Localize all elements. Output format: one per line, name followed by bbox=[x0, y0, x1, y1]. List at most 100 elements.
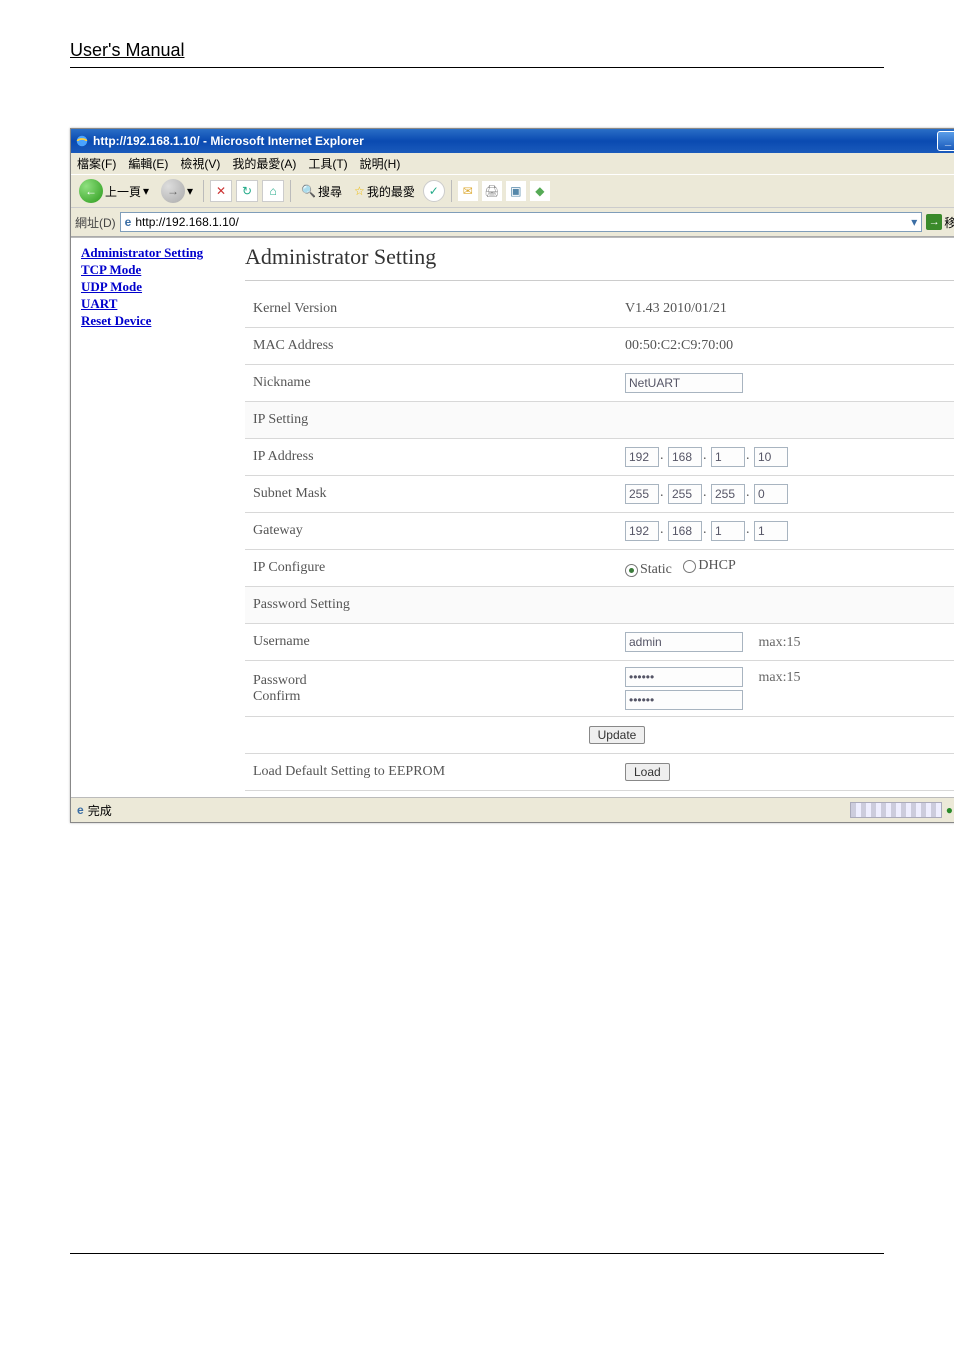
kernel-version-label: Kernel Version bbox=[245, 291, 617, 328]
go-icon: → bbox=[926, 214, 942, 230]
row-ip-setting-header: IP Setting bbox=[245, 402, 954, 439]
load-button[interactable]: Load bbox=[625, 763, 670, 781]
sidebar-item-reset[interactable]: Reset Device bbox=[81, 313, 239, 329]
ie-window: http://192.168.1.10/ - Microsoft Interne… bbox=[70, 128, 954, 823]
back-icon: ← bbox=[79, 179, 103, 203]
back-label: 上一頁 bbox=[105, 183, 141, 200]
sidebar-item-tcp[interactable]: TCP Mode bbox=[81, 262, 239, 278]
row-update: Update bbox=[245, 717, 954, 754]
forward-icon: → bbox=[161, 179, 185, 203]
confirm-label-text: Confirm bbox=[253, 689, 609, 705]
row-ip-configure: IP Configure Static DHCP bbox=[245, 550, 954, 587]
search-label: 搜尋 bbox=[318, 183, 342, 200]
status-grip bbox=[850, 802, 942, 818]
username-input[interactable] bbox=[625, 632, 743, 652]
page-icon: e bbox=[125, 215, 132, 229]
row-mac-address: MAC Address 00:50:C2:C9:70:00 bbox=[245, 328, 954, 365]
edit-button[interactable]: ▣ bbox=[506, 181, 526, 201]
print-button[interactable]: 🖨 bbox=[482, 181, 502, 201]
radio-static-dot bbox=[625, 564, 638, 577]
update-button[interactable]: Update bbox=[589, 726, 646, 744]
menu-bar: 檔案(F) 編輯(E) 檢視(V) 我的最愛(A) 工具(T) 說明(H) bbox=[71, 153, 954, 174]
window-minimize-button[interactable]: _ bbox=[937, 131, 954, 151]
document-header: User's Manual bbox=[70, 0, 884, 68]
window-title: http://192.168.1.10/ - Microsoft Interne… bbox=[93, 134, 364, 148]
username-label: Username bbox=[245, 624, 617, 661]
forward-dropdown-icon[interactable]: ▾ bbox=[187, 184, 193, 198]
mask-octet-3[interactable] bbox=[711, 484, 745, 504]
tool-bar: ← 上一頁 ▾ → ▾ ✕ ↻ ⌂ 🔍 搜尋 ☆ 我的最愛 ✓ ✉ 🖨 ▣ ◆ bbox=[71, 174, 954, 208]
status-done: 完成 bbox=[88, 802, 112, 819]
username-maxnote: max:15 bbox=[759, 635, 801, 650]
refresh-button[interactable]: ↻ bbox=[236, 180, 258, 202]
mail-button[interactable]: ✉ bbox=[458, 181, 478, 201]
ip-octet-2[interactable] bbox=[668, 447, 702, 467]
row-subnet-mask: Subnet Mask . . . bbox=[245, 476, 954, 513]
radio-dhcp[interactable]: DHCP bbox=[683, 558, 735, 574]
back-dropdown-icon[interactable]: ▾ bbox=[143, 184, 149, 198]
nickname-input[interactable] bbox=[625, 373, 743, 393]
sidebar-nav: Administrator Setting TCP Mode UDP Mode … bbox=[71, 238, 239, 797]
sidebar-item-uart[interactable]: UART bbox=[81, 296, 239, 312]
radio-static-label: Static bbox=[640, 562, 672, 578]
gw-octet-4[interactable] bbox=[754, 521, 788, 541]
address-dropdown-icon[interactable]: ▾ bbox=[911, 215, 917, 229]
gw-octet-2[interactable] bbox=[668, 521, 702, 541]
ip-octet-4[interactable] bbox=[754, 447, 788, 467]
password-input[interactable] bbox=[625, 667, 743, 687]
settings-table: Kernel Version V1.43 2010/01/21 MAC Addr… bbox=[245, 291, 954, 791]
load-default-label: Load Default Setting to EEPROM bbox=[245, 754, 617, 791]
back-button[interactable]: ← 上一頁 ▾ bbox=[75, 177, 153, 205]
row-nickname: Nickname bbox=[245, 365, 954, 402]
gw-octet-3[interactable] bbox=[711, 521, 745, 541]
menu-favorites[interactable]: 我的最愛(A) bbox=[232, 155, 296, 172]
page-title: Administrator Setting bbox=[245, 244, 954, 270]
home-button[interactable]: ⌂ bbox=[262, 180, 284, 202]
gateway-label: Gateway bbox=[245, 513, 617, 550]
row-load-default: Load Default Setting to EEPROM Load bbox=[245, 754, 954, 791]
menu-help[interactable]: 說明(H) bbox=[360, 155, 401, 172]
ip-setting-header: IP Setting bbox=[245, 402, 954, 439]
search-button[interactable]: 🔍 搜尋 bbox=[297, 181, 346, 202]
mask-octet-1[interactable] bbox=[625, 484, 659, 504]
password-label: Password Confirm bbox=[245, 661, 617, 717]
sidebar-item-admin[interactable]: Administrator Setting bbox=[81, 245, 239, 261]
gw-octet-1[interactable] bbox=[625, 521, 659, 541]
address-label: 網址(D) bbox=[75, 214, 116, 231]
menu-tools[interactable]: 工具(T) bbox=[308, 155, 347, 172]
ip-address-label: IP Address bbox=[245, 439, 617, 476]
mac-label: MAC Address bbox=[245, 328, 617, 365]
address-url: http://192.168.1.10/ bbox=[135, 215, 238, 229]
status-bar: e 完成 ● 網際網路 bbox=[71, 797, 954, 822]
title-divider bbox=[245, 280, 954, 281]
discuss-button[interactable]: ◆ bbox=[530, 181, 550, 201]
ip-octet-3[interactable] bbox=[711, 447, 745, 467]
favorites-label: 我的最愛 bbox=[367, 183, 415, 200]
ip-octet-1[interactable] bbox=[625, 447, 659, 467]
go-label: 移至 bbox=[944, 214, 954, 231]
mask-octet-4[interactable] bbox=[754, 484, 788, 504]
mask-octet-2[interactable] bbox=[668, 484, 702, 504]
menu-edit[interactable]: 編輯(E) bbox=[128, 155, 168, 172]
password-label-text: Password bbox=[253, 673, 609, 689]
row-kernel-version: Kernel Version V1.43 2010/01/21 bbox=[245, 291, 954, 328]
search-icon: 🔍 bbox=[301, 184, 316, 198]
row-username: Username max:15 bbox=[245, 624, 954, 661]
radio-static[interactable]: Static bbox=[625, 562, 672, 578]
menu-file[interactable]: 檔案(F) bbox=[77, 155, 116, 172]
stop-button[interactable]: ✕ bbox=[210, 180, 232, 202]
history-button[interactable]: ✓ bbox=[423, 180, 445, 202]
address-input[interactable]: e http://192.168.1.10/ ▾ bbox=[120, 212, 923, 232]
row-password-setting-header: Password Setting bbox=[245, 587, 954, 624]
star-icon: ☆ bbox=[354, 184, 365, 198]
password-setting-header: Password Setting bbox=[245, 587, 954, 624]
go-button[interactable]: → 移至 bbox=[926, 214, 954, 231]
main-panel: Administrator Setting Kernel Version V1.… bbox=[239, 238, 954, 797]
menu-view[interactable]: 檢視(V) bbox=[180, 155, 220, 172]
confirm-input[interactable] bbox=[625, 690, 743, 710]
forward-button[interactable]: → ▾ bbox=[157, 177, 197, 205]
page-content: ▴ Administrator Setting TCP Mode UDP Mod… bbox=[71, 237, 954, 797]
favorites-button[interactable]: ☆ 我的最愛 bbox=[350, 181, 419, 202]
window-titlebar: http://192.168.1.10/ - Microsoft Interne… bbox=[71, 129, 954, 153]
sidebar-item-udp[interactable]: UDP Mode bbox=[81, 279, 239, 295]
